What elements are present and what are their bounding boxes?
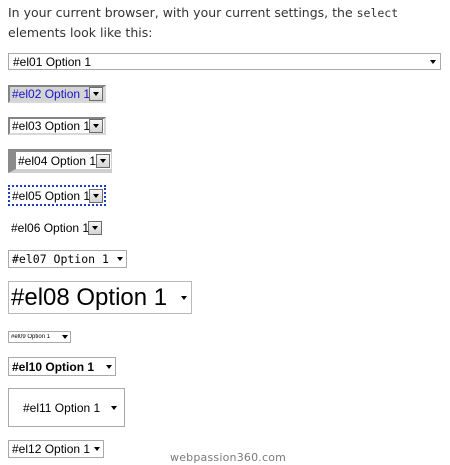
select-el08-value: #el08 Option 1 — [11, 283, 168, 311]
chevron-down-icon[interactable] — [103, 364, 115, 369]
select-el12[interactable]: #el12 Option 1 — [8, 440, 104, 458]
chevron-down-icon[interactable] — [104, 405, 124, 410]
chevron-down-icon[interactable] — [114, 257, 126, 261]
select-el06-value: #el06 Option 1 — [11, 221, 88, 235]
chevron-down-icon[interactable] — [91, 447, 103, 451]
select-el04-value: #el04 Option 1 — [18, 153, 96, 168]
select-el08[interactable]: #el08 Option 1 — [8, 281, 192, 314]
chevron-down-icon[interactable] — [89, 188, 103, 203]
select-el05[interactable]: #el05 Option 1 — [8, 185, 106, 206]
select-el01-value: #el01 Option 1 — [13, 54, 92, 69]
intro-code-select: select — [356, 6, 399, 20]
intro-part1: In your current browser, with your curre… — [8, 5, 357, 20]
select-el09-value: #el09 Option 1 — [11, 334, 51, 340]
chevron-down-icon[interactable] — [89, 119, 103, 133]
chevron-down-icon[interactable] — [89, 87, 103, 101]
select-el11[interactable]: #el11 Option 1 — [8, 388, 125, 427]
select-el02[interactable]: #el02 Option 1 — [8, 85, 106, 103]
select-el10-value: #el10 Option 1 — [12, 359, 95, 374]
select-el01[interactable]: #el01 Option 1 — [8, 53, 441, 70]
select-el12-value: #el12 Option 1 — [12, 442, 91, 456]
chevron-down-icon[interactable] — [60, 335, 70, 339]
chevron-down-icon[interactable] — [177, 295, 191, 300]
select-el03[interactable]: #el03 Option 1 — [8, 117, 106, 135]
chevron-down-icon[interactable] — [88, 221, 102, 235]
select-el04[interactable]: #el04 Option 1 — [8, 149, 112, 173]
intro-part2: elements look like this: — [8, 25, 153, 40]
watermark: webpassion360.com — [170, 451, 287, 464]
select-el10[interactable]: #el10 Option 1 — [8, 357, 116, 376]
select-el03-value: #el03 Option 1 — [12, 119, 89, 133]
select-el09[interactable]: #el09 Option 1 — [8, 331, 71, 343]
select-el07[interactable]: #el07 Option 1 — [8, 250, 127, 268]
select-el07-value: #el07 Option 1 — [12, 252, 109, 266]
select-el02-value: #el02 Option 1 — [12, 87, 89, 101]
intro-text: In your current browser, with your curre… — [8, 3, 438, 42]
select-el06[interactable]: #el06 Option 1 — [8, 219, 103, 237]
select-el05-value: #el05 Option 1 — [12, 188, 89, 203]
chevron-down-icon[interactable] — [96, 153, 110, 168]
select-el11-value: #el11 Option 1 — [23, 400, 101, 415]
chevron-down-icon[interactable] — [426, 59, 440, 64]
